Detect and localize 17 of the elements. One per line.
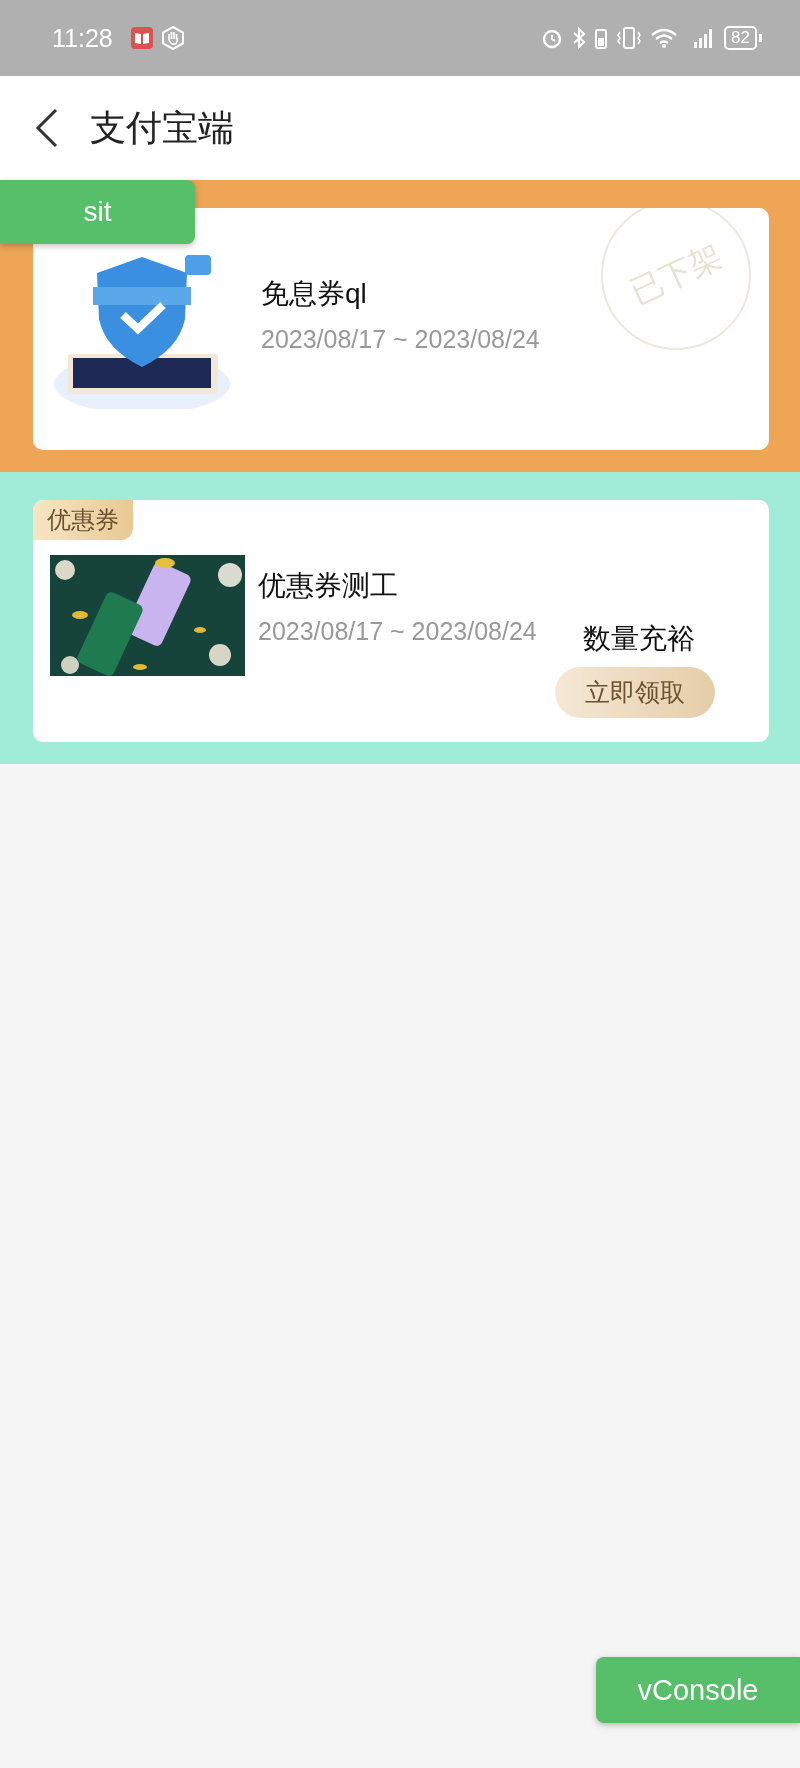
back-icon[interactable] [34, 108, 60, 148]
hand-icon [160, 26, 185, 50]
stock-label: 数量充裕 [583, 622, 695, 656]
page-title: 支付宝端 [90, 105, 234, 150]
coupon-title: 优惠券测工 [258, 568, 399, 603]
vibrate-icon [616, 26, 643, 50]
coupon-date: 2023/08/17 ~ 2023/08/24 [261, 324, 540, 354]
coupon-date: 2023/08/17 ~ 2023/08/24 [258, 616, 537, 646]
battery-small-icon [594, 26, 609, 50]
wifi-icon [650, 26, 679, 50]
coupon-title: 免息券ql [261, 276, 368, 311]
coupon-card[interactable]: 优惠券测工 2023/08/17 ~ 2023/08/24 优惠券 数量充裕 立即领取 [33, 500, 769, 742]
bluetooth-icon [572, 26, 587, 50]
status-time: 11:28 [52, 23, 113, 53]
claim-button[interactable]: 立即领取 [555, 667, 715, 718]
book-icon [130, 27, 153, 49]
coupon-tag: 优惠券 [33, 500, 133, 540]
